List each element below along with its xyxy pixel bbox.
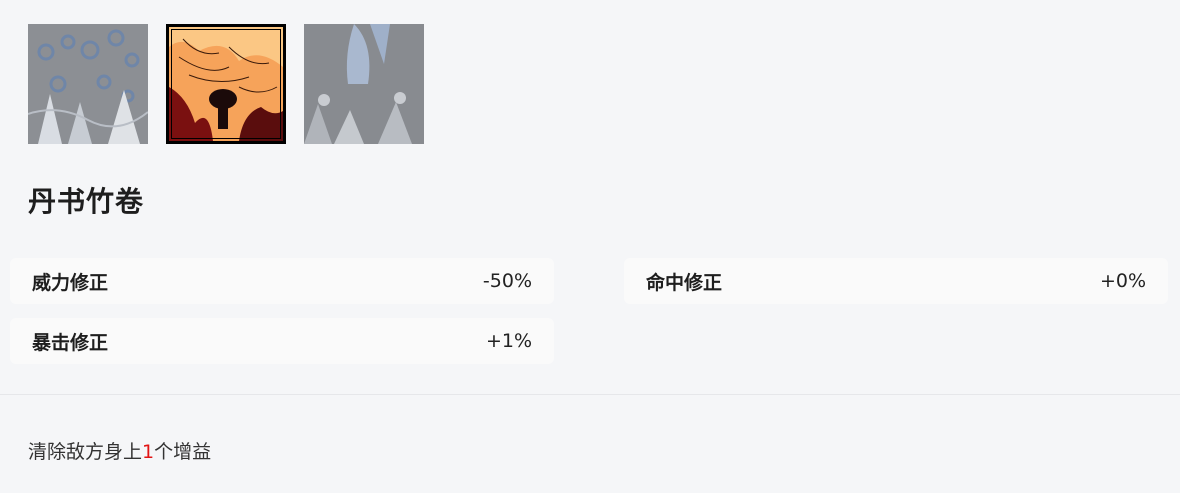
- effect-suffix: 个增益: [154, 441, 212, 463]
- stat-power-value: -50%: [482, 270, 532, 292]
- stat-crit-value: +1%: [485, 330, 532, 352]
- effect-prefix: 清除敌方身上: [28, 441, 143, 463]
- stat-crit-card: 暴击修正 +1%: [10, 318, 554, 364]
- skill-title: 丹书竹卷: [28, 185, 145, 218]
- stat-hit-card: 命中修正 +0%: [624, 258, 1168, 304]
- stat-crit-label: 暴击修正: [32, 331, 109, 354]
- fire-bird-icon: [169, 27, 283, 141]
- skill-thumbnail-3[interactable]: [304, 24, 424, 144]
- stat-power-card: 威力修正 -50%: [10, 258, 554, 304]
- skill-thumbnail-2[interactable]: [166, 24, 286, 144]
- skill-effect-description: 清除敌方身上1个增益: [28, 437, 211, 464]
- cloaked-figure-icon: [304, 24, 424, 144]
- stat-hit-value: +0%: [1099, 270, 1146, 292]
- section-divider: [0, 394, 1180, 395]
- skill-thumbnail-1[interactable]: [28, 24, 148, 144]
- stat-power-label: 威力修正: [32, 271, 109, 294]
- skill-thumbnail-row: [28, 24, 424, 144]
- effect-count: 1: [142, 441, 155, 463]
- stat-hit-label: 命中修正: [646, 271, 723, 294]
- crowd-scene-icon: [28, 24, 148, 144]
